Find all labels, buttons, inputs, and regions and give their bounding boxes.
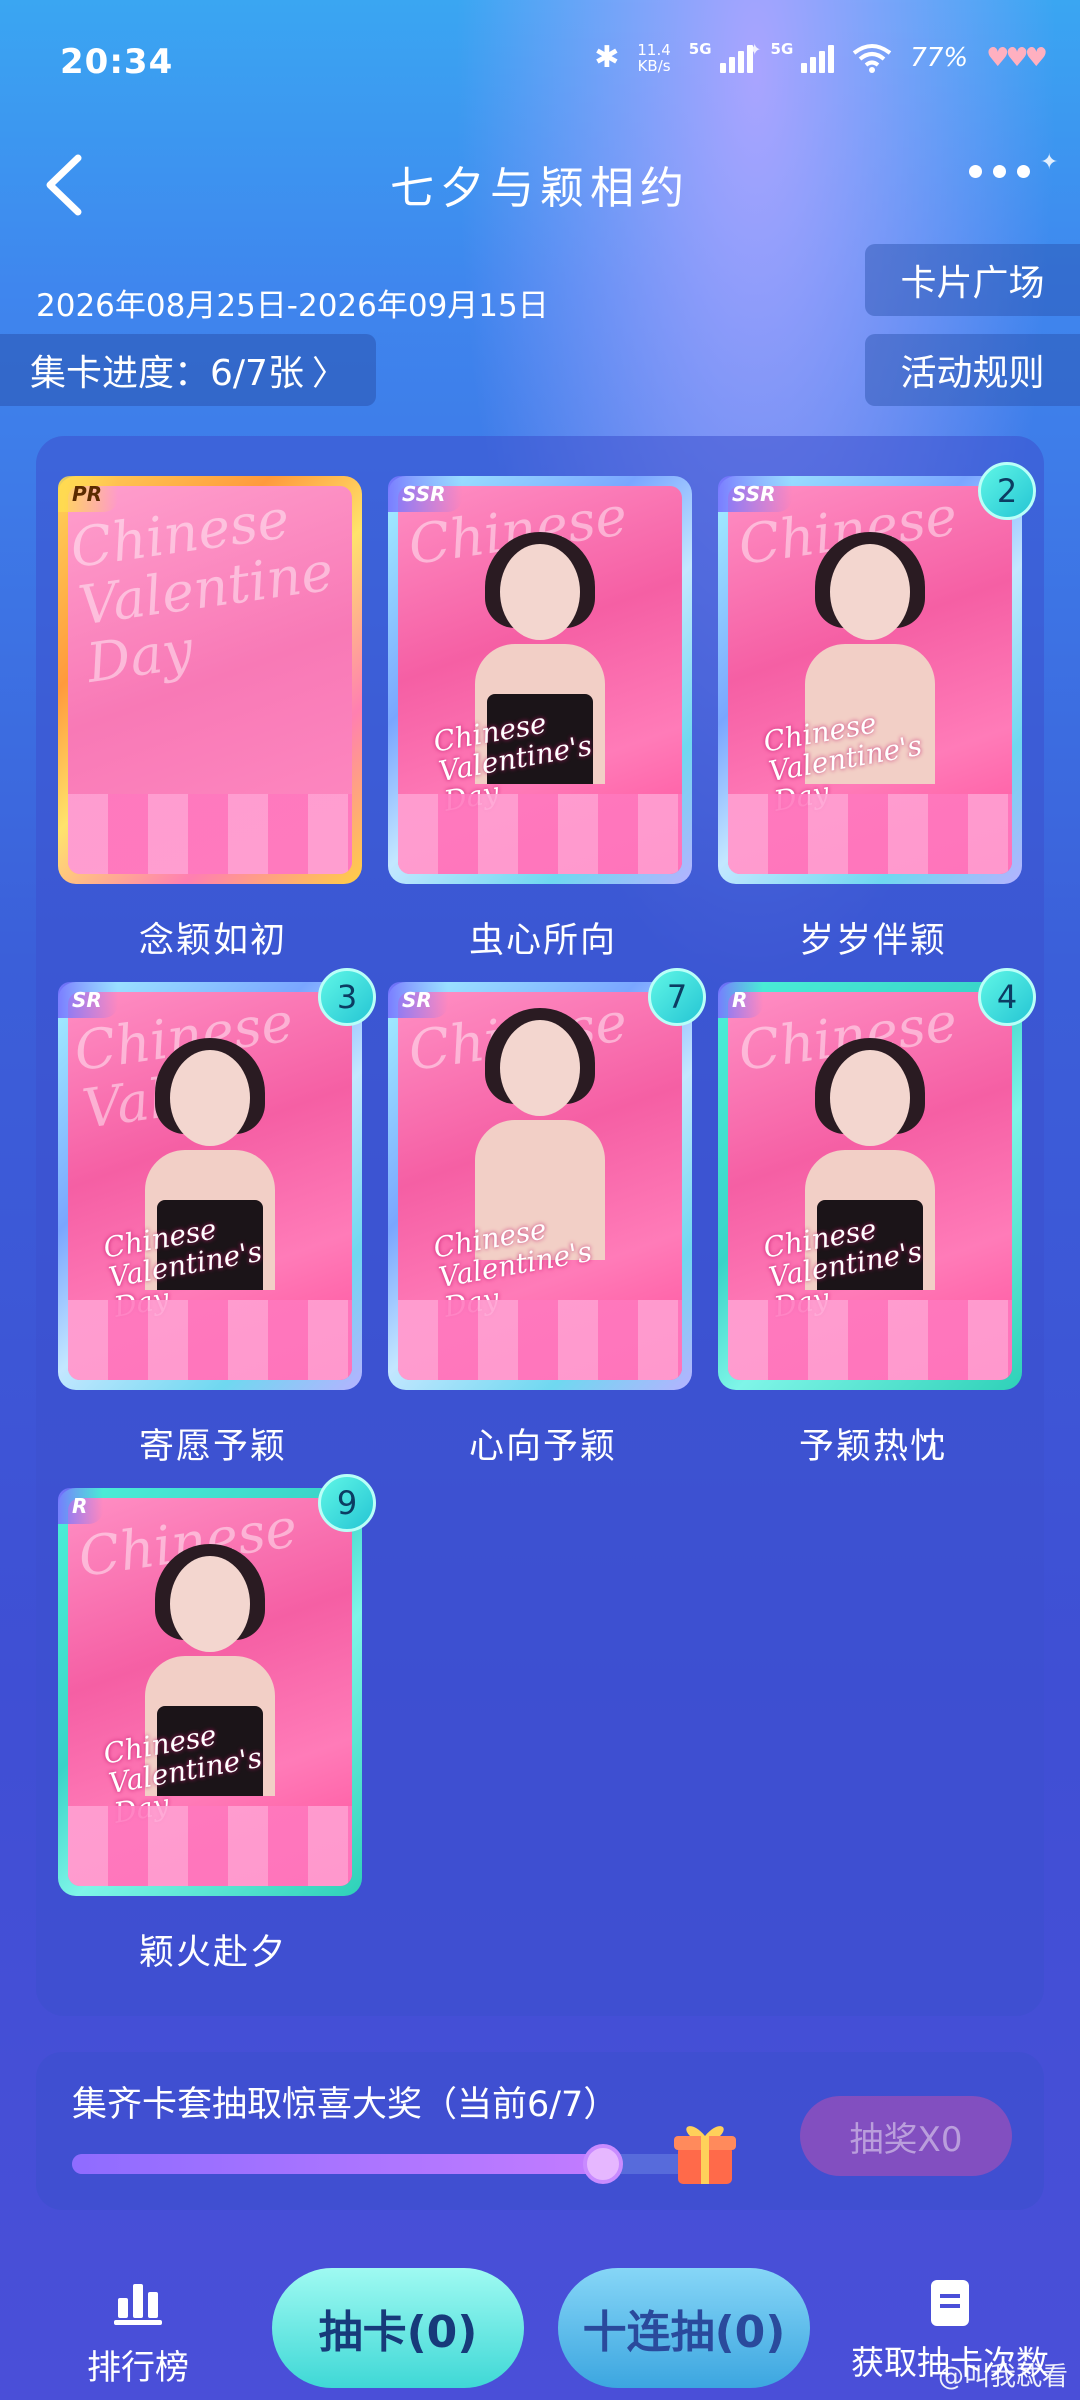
card-item[interactable]: Chinese ChineseValentine'sDay SR 7 心向予颖	[388, 968, 706, 1469]
reward-description: 集齐卡套抽取惊喜大奖（当前6/7）	[72, 2085, 619, 2125]
card-art: Chinese ChineseValentine'sDay	[398, 992, 682, 1380]
card-art-blur	[398, 1300, 682, 1380]
rarity-badge: SR	[58, 982, 118, 1018]
status-icons: ✱ 11.4 KB/s 5G 5G 77% ♥♥♥	[594, 40, 1048, 75]
card-art-blur	[728, 1300, 1012, 1380]
reward-progress-knob	[583, 2144, 624, 2184]
card-name: 心向予颖	[468, 1427, 617, 1467]
card-art-blur	[68, 1300, 352, 1380]
network-type-1: 5G	[688, 40, 712, 58]
hearts-icon: ♥♥♥	[986, 42, 1048, 73]
card-art: Chinese ChineseValentine'sDay	[398, 486, 682, 874]
activity-rules-button[interactable]: 活动规则	[865, 334, 1080, 406]
battery-level: 77%	[910, 42, 969, 73]
card-name: 念颖如初	[138, 921, 287, 961]
card-count-badge: 4	[978, 968, 1036, 1026]
card-count-badge: 3	[318, 968, 376, 1026]
card-art: ChineseValen ChineseValentine'sDay	[68, 992, 352, 1380]
signal-icon	[801, 43, 835, 73]
card-name: 寄愿予颖	[138, 1427, 287, 1467]
card-frame[interactable]: Chinese ChineseValentine'sDay R 4	[718, 968, 1036, 1390]
card-art: Chinese ChineseValentine'sDay	[68, 1498, 352, 1886]
card-name: 颖火赴夕	[138, 1933, 287, 1973]
lottery-button[interactable]: 抽奖X0	[800, 2096, 1012, 2176]
card-frame[interactable]: Chinese Valentine Day PR	[58, 476, 362, 884]
rarity-badge: R	[718, 982, 764, 1018]
reward-panel: 集齐卡套抽取惊喜大奖（当前6/7） 抽奖X0	[36, 2052, 1044, 2210]
card-item[interactable]: Chinese Valentine Day PR 念颖如初	[58, 476, 368, 963]
gift-icon	[674, 2126, 736, 2184]
status-time: 20:34	[60, 42, 174, 82]
card-name: 岁岁伴颖	[798, 921, 947, 961]
document-icon	[931, 2280, 969, 2326]
card-name: 虫心所向	[468, 921, 617, 961]
bluetooth-icon: ✱	[594, 40, 620, 75]
chevron-right-icon: 〉	[311, 353, 346, 394]
card-frame[interactable]: Chinese ChineseValentine'sDay R 9	[58, 1474, 376, 1896]
card-item[interactable]: Chinese ChineseValentine'sDay R 4 予颖热忱	[718, 968, 1036, 1469]
more-options-icon[interactable]	[969, 165, 1030, 178]
card-item[interactable]: Chinese ChineseValentine'sDay SSR 2 岁岁伴颖	[718, 462, 1036, 963]
ten-draw-button[interactable]: 十连抽(0)	[558, 2268, 810, 2388]
card-square-button[interactable]: 卡片广场	[865, 244, 1080, 316]
signal-icon	[719, 43, 753, 73]
card-art-blur	[68, 1806, 352, 1886]
collection-progress-button[interactable]: 集卡进度：6/7张 〉	[0, 334, 376, 406]
speed-value: 11.4	[637, 40, 671, 59]
reward-progress-bar	[72, 2144, 692, 2184]
card-count-badge: 7	[648, 968, 706, 1026]
reward-progress-fill	[72, 2154, 604, 2174]
speed-unit: KB/s	[637, 56, 671, 75]
card-art: Chinese ChineseValentine'sDay	[728, 992, 1012, 1380]
card-item[interactable]: Chinese ChineseValentine'sDay SSR 虫心所向	[388, 476, 698, 963]
card-art: Chinese Valentine Day	[68, 486, 352, 874]
rarity-badge: R	[58, 1488, 104, 1524]
card-art-blur	[398, 794, 682, 874]
event-date-range: 2026年08月25日-2026年09月15日	[36, 288, 549, 324]
network-speed: 11.4 KB/s	[637, 42, 670, 74]
rarity-badge: SR	[388, 982, 448, 1018]
card-art-text-decoration: Chinese Valentine Day	[68, 487, 338, 695]
page-title: 七夕与颖相约	[390, 163, 690, 214]
network-type-2: 5G	[770, 40, 794, 58]
status-bar: 20:34 ✱ 11.4 KB/s 5G 5G 77% ♥♥♥	[0, 0, 1080, 110]
card-name: 予颖热忱	[798, 1427, 947, 1467]
card-count-badge: 2	[978, 462, 1036, 520]
rarity-badge: SSR	[718, 476, 792, 512]
card-item[interactable]: Chinese ChineseValentine'sDay R 9 颖火赴夕	[58, 1474, 376, 1975]
watermark: @叫我忒看	[937, 2362, 1068, 2392]
collection-progress-label: 集卡进度：6/7张	[30, 353, 304, 394]
card-art: Chinese ChineseValentine'sDay	[728, 486, 1012, 874]
rarity-badge: PR	[58, 476, 119, 512]
wifi-icon	[853, 43, 892, 73]
card-collection-panel: Chinese Valentine Day PR 念颖如初 Chinese Chin…	[36, 436, 1044, 2016]
card-frame[interactable]: Chinese ChineseValentine'sDay SSR	[388, 476, 692, 884]
card-art-blur	[68, 794, 352, 874]
card-frame[interactable]: Chinese ChineseValentine'sDay SR 7	[388, 968, 706, 1390]
draw-card-button[interactable]: 抽卡(0)	[272, 2268, 524, 2388]
card-count-badge: 9	[318, 1474, 376, 1532]
leaderboard-label: 排行榜	[87, 2348, 189, 2388]
leaderboard-icon	[114, 2284, 162, 2325]
leaderboard-button[interactable]: 排行榜	[78, 2280, 198, 2389]
card-item[interactable]: ChineseValen ChineseValentine'sDay SR 3 …	[58, 968, 376, 1469]
rarity-badge: SSR	[388, 476, 462, 512]
card-frame[interactable]: ChineseValen ChineseValentine'sDay SR 3	[58, 968, 376, 1390]
card-art-blur	[728, 794, 1012, 874]
card-frame[interactable]: Chinese ChineseValentine'sDay SSR 2	[718, 462, 1036, 884]
